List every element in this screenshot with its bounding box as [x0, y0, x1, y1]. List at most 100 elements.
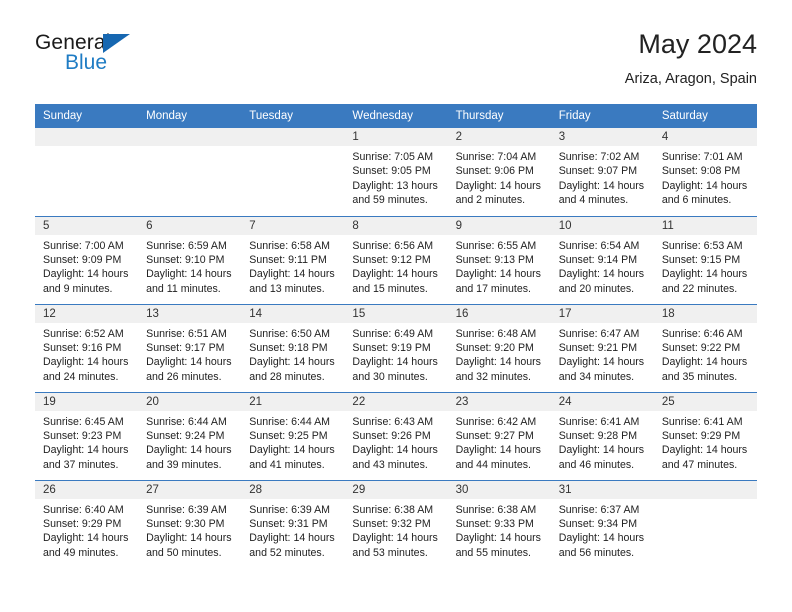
daylight-text-line2: and 53 minutes. — [352, 546, 428, 559]
day-number: 21 — [241, 392, 345, 411]
day-details: Sunrise: 6:42 AM Sunset: 9:27 PM Daylight:… — [448, 411, 551, 473]
sunset-text: Sunset: 9:23 PM — [43, 429, 122, 442]
day-number: 14 — [241, 304, 345, 323]
calendar-day-cell[interactable]: 18 Sunrise: 6:46 AM Sunset: 9:22 PM Dayligh… — [653, 303, 757, 392]
day-number: 3 — [550, 128, 654, 146]
sunrise-text: Sunrise: 6:49 AM — [352, 327, 434, 340]
sunrise-text: Sunrise: 6:54 AM — [558, 239, 640, 252]
day-number: 25 — [653, 392, 757, 411]
daylight-text-line1: Daylight: 14 hours — [249, 532, 335, 545]
sunrise-text: Sunrise: 6:44 AM — [146, 415, 227, 428]
daylight-text-line2: and 59 minutes. — [352, 194, 428, 207]
daylight-text-line2: and 15 minutes. — [352, 282, 428, 295]
day-details: Sunrise: 6:46 AM Sunset: 9:22 PM Daylight:… — [654, 323, 757, 385]
calendar-week-row: 26 Sunrise: 6:40 AM Sunset: 9:29 PM Dayligh… — [35, 479, 757, 568]
day-number: 19 — [35, 392, 139, 411]
day-details: Sunrise: 7:00 AM Sunset: 9:09 PM Daylight:… — [35, 235, 138, 297]
title-block: May 2024 Ariza, Aragon, Spain — [625, 28, 757, 89]
sunrise-text: Sunrise: 6:48 AM — [455, 327, 537, 340]
weekday-header-thursday: Thursday — [447, 104, 551, 128]
sunset-text: Sunset: 9:11 PM — [249, 253, 327, 266]
day-number: 13 — [138, 304, 242, 323]
day-details: Sunrise: 6:59 AM Sunset: 9:10 PM Daylight:… — [138, 235, 241, 297]
calendar-day-cell[interactable]: 4 Sunrise: 7:01 AM Sunset: 9:08 PM Daylight… — [653, 128, 757, 216]
calendar-day-cell[interactable]: 17 Sunrise: 6:47 AM Sunset: 9:21 PM Dayligh… — [550, 303, 654, 392]
daylight-text-line1: Daylight: 14 hours — [43, 268, 129, 281]
calendar-day-cell[interactable]: 26 Sunrise: 6:40 AM Sunset: 9:29 PM Dayligh… — [35, 479, 139, 568]
day-number: 15 — [344, 304, 448, 323]
sunrise-text: Sunrise: 7:00 AM — [43, 239, 124, 252]
calendar-day-cell[interactable]: 21 Sunrise: 6:44 AM Sunset: 9:25 PM Dayligh… — [241, 391, 345, 480]
calendar-day-cell[interactable]: 22 Sunrise: 6:43 AM Sunset: 9:26 PM Dayligh… — [344, 391, 448, 480]
calendar-day-cell[interactable]: 20 Sunrise: 6:44 AM Sunset: 9:24 PM Dayligh… — [138, 391, 242, 480]
daylight-text-line1: Daylight: 14 hours — [455, 268, 541, 281]
sunset-text: Sunset: 9:30 PM — [146, 517, 225, 530]
day-details: Sunrise: 6:41 AM Sunset: 9:28 PM Daylight:… — [551, 411, 654, 473]
calendar-day-cell[interactable]: 25 Sunrise: 6:41 AM Sunset: 9:29 PM Dayligh… — [653, 391, 757, 480]
calendar-day-cell[interactable]: 11 Sunrise: 6:53 AM Sunset: 9:15 PM Dayligh… — [653, 215, 757, 304]
calendar-day-cell[interactable]: 13 Sunrise: 6:51 AM Sunset: 9:17 PM Dayligh… — [138, 303, 242, 392]
calendar-day-cell[interactable]: 28 Sunrise: 6:39 AM Sunset: 9:31 PM Dayligh… — [241, 479, 345, 568]
daylight-text-line2: and 37 minutes. — [43, 458, 119, 471]
daylight-text-line1: Daylight: 14 hours — [558, 444, 645, 457]
daylight-text-line2: and 44 minutes. — [455, 458, 531, 471]
calendar-day-cell[interactable]: 14 Sunrise: 6:50 AM Sunset: 9:18 PM Dayligh… — [241, 303, 345, 392]
calendar-week-row: 12 Sunrise: 6:52 AM Sunset: 9:16 PM Dayligh… — [35, 303, 757, 392]
calendar-day-cell[interactable]: 1 Sunrise: 7:05 AM Sunset: 9:05 PM Daylight… — [344, 128, 448, 216]
day-number — [138, 128, 242, 146]
calendar-day-cell[interactable]: 2 Sunrise: 7:04 AM Sunset: 9:06 PM Daylight… — [447, 128, 551, 216]
calendar-day-cell[interactable]: 31 Sunrise: 6:37 AM Sunset: 9:34 PM Dayligh… — [550, 479, 654, 568]
daylight-text-line1: Daylight: 14 hours — [43, 532, 129, 545]
sunrise-text: Sunrise: 6:41 AM — [558, 415, 640, 428]
daylight-text-line2: and 56 minutes. — [558, 546, 635, 559]
calendar-day-cell[interactable]: 30 Sunrise: 6:38 AM Sunset: 9:33 PM Dayligh… — [447, 479, 551, 568]
daylight-text-line1: Daylight: 14 hours — [558, 268, 645, 281]
sunrise-text: Sunrise: 6:40 AM — [43, 503, 124, 516]
daylight-text-line2: and 39 minutes. — [146, 458, 222, 471]
calendar-day-cell[interactable]: 9 Sunrise: 6:55 AM Sunset: 9:13 PM Daylight… — [447, 215, 551, 304]
sunset-text: Sunset: 9:25 PM — [249, 429, 328, 442]
sunrise-text: Sunrise: 6:50 AM — [249, 327, 330, 340]
day-number: 20 — [138, 392, 242, 411]
calendar-day-cell[interactable]: 19 Sunrise: 6:45 AM Sunset: 9:23 PM Dayligh… — [35, 391, 139, 480]
day-number: 24 — [550, 392, 654, 411]
daylight-text-line2: and 26 minutes. — [146, 370, 222, 383]
calendar-day-cell[interactable]: 15 Sunrise: 6:49 AM Sunset: 9:19 PM Dayligh… — [344, 303, 448, 392]
calendar-day-cell[interactable]: 7 Sunrise: 6:58 AM Sunset: 9:11 PM Daylight… — [241, 215, 345, 304]
day-details: Sunrise: 6:40 AM Sunset: 9:29 PM Daylight:… — [35, 499, 138, 561]
calendar-day-cell[interactable]: 3 Sunrise: 7:02 AM Sunset: 9:07 PM Daylight… — [550, 128, 654, 216]
calendar-day-cell[interactable]: 12 Sunrise: 6:52 AM Sunset: 9:16 PM Dayligh… — [35, 303, 139, 392]
calendar-day-cell[interactable]: 29 Sunrise: 6:38 AM Sunset: 9:32 PM Dayligh… — [344, 479, 448, 568]
daylight-text-line2: and 32 minutes. — [455, 370, 531, 383]
day-number: 9 — [447, 216, 551, 235]
calendar-day-cell[interactable]: 23 Sunrise: 6:42 AM Sunset: 9:27 PM Dayligh… — [447, 391, 551, 480]
calendar-day-cell-empty — [653, 479, 757, 568]
daylight-text-line1: Daylight: 14 hours — [558, 179, 645, 192]
sunrise-text: Sunrise: 6:55 AM — [455, 239, 537, 252]
calendar-day-cell[interactable]: 24 Sunrise: 6:41 AM Sunset: 9:28 PM Dayligh… — [550, 391, 654, 480]
sunset-text: Sunset: 9:27 PM — [455, 429, 534, 442]
calendar-day-cell[interactable]: 10 Sunrise: 6:54 AM Sunset: 9:14 PM Dayligh… — [550, 215, 654, 304]
daylight-text-line1: Daylight: 14 hours — [146, 268, 232, 281]
sunrise-text: Sunrise: 6:53 AM — [661, 239, 743, 252]
calendar-day-cell[interactable]: 6 Sunrise: 6:59 AM Sunset: 9:10 PM Daylight… — [138, 215, 242, 304]
calendar-day-cell[interactable]: 16 Sunrise: 6:48 AM Sunset: 9:20 PM Dayligh… — [447, 303, 551, 392]
day-details: Sunrise: 6:56 AM Sunset: 9:12 PM Daylight:… — [344, 235, 447, 297]
calendar-day-cell[interactable]: 8 Sunrise: 6:56 AM Sunset: 9:12 PM Daylight… — [344, 215, 448, 304]
calendar-day-cell[interactable]: 27 Sunrise: 6:39 AM Sunset: 9:30 PM Dayligh… — [138, 479, 242, 568]
daylight-text-line2: and 41 minutes. — [249, 458, 325, 471]
day-number: 27 — [138, 480, 242, 499]
sunset-text: Sunset: 9:05 PM — [352, 165, 431, 178]
day-number: 26 — [35, 480, 139, 499]
sunset-text: Sunset: 9:13 PM — [455, 253, 534, 266]
day-number: 29 — [344, 480, 448, 499]
day-number: 8 — [344, 216, 448, 235]
sunrise-text: Sunrise: 7:01 AM — [661, 151, 743, 163]
weekday-header-saturday: Saturday — [653, 104, 757, 128]
sunrise-text: Sunrise: 6:45 AM — [43, 415, 124, 428]
day-details: Sunrise: 6:37 AM Sunset: 9:34 PM Daylight:… — [551, 499, 654, 561]
calendar-day-cell[interactable]: 5 Sunrise: 7:00 AM Sunset: 9:09 PM Daylight… — [35, 215, 139, 304]
day-number — [35, 128, 139, 146]
calendar-day-cell-empty — [35, 128, 139, 216]
day-number — [241, 128, 345, 146]
